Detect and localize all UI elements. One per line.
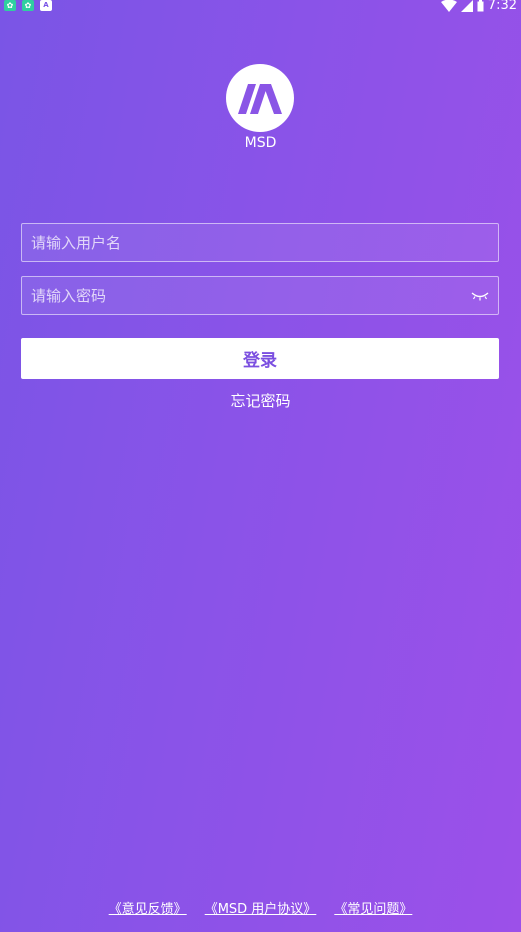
status-right-icons: 7:32 [440,0,517,13]
wifi-icon [440,0,457,12]
notification-icon: ✿ [22,0,34,11]
user-agreement-link[interactable]: 《MSD 用户协议》 [205,898,317,917]
forgot-password-link[interactable]: 忘记密码 [0,390,521,411]
faq-link[interactable]: 《常见问题》 [334,898,412,917]
username-field[interactable] [21,223,499,262]
username-input[interactable] [22,224,498,261]
battery-icon [477,0,484,11]
password-field[interactable] [21,276,499,315]
notification-icon: ✿ [4,0,16,11]
password-input[interactable] [22,277,498,314]
a-icon: A [40,0,52,11]
footer-links: 《意见反馈》 《MSD 用户协议》 《常见问题》 [0,898,521,917]
eye-closed-icon[interactable] [471,289,489,303]
login-button[interactable]: 登录 [21,338,499,379]
app-name: MSD [244,135,277,151]
status-time: 7:32 [487,0,517,13]
status-bar: ✿ ✿ A 7:32 [0,0,521,13]
app-logo [226,64,294,132]
signal-icon [460,0,473,12]
status-left-icons: ✿ ✿ A [4,0,52,11]
feedback-link[interactable]: 《意见反馈》 [109,898,187,917]
msd-logo-icon [238,84,282,114]
